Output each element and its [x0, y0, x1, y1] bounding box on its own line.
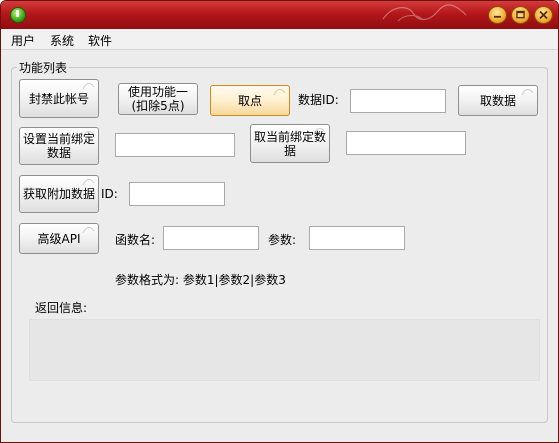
close-button[interactable]	[534, 6, 553, 24]
minimize-button[interactable]	[488, 6, 507, 24]
function-name-input[interactable]	[163, 226, 259, 250]
id-label: ID:	[101, 187, 118, 201]
get-data-label: 取数据	[479, 93, 516, 108]
button-swirl-icon	[82, 227, 95, 234]
menu-bar: 用户 系统 软件	[1, 29, 558, 50]
title-bar[interactable]	[1, 1, 558, 29]
get-extra-data-button[interactable]: 获取附加数据	[19, 175, 99, 213]
use-feature-one-label: 使用功能一(扣除5点)	[127, 85, 188, 113]
return-info-label: 返回信息:	[35, 301, 88, 315]
set-bind-data-button[interactable]: 设置当前绑定数据	[19, 127, 99, 165]
button-swirl-icon	[82, 83, 95, 90]
extra-id-input[interactable]	[129, 182, 225, 206]
group-title: 功能列表	[17, 59, 70, 76]
button-swirl-icon	[82, 179, 95, 186]
advanced-api-button[interactable]: 高级API	[19, 223, 99, 254]
menu-software[interactable]: 软件	[88, 32, 112, 49]
use-feature-one-button[interactable]: 使用功能一(扣除5点)	[118, 83, 198, 115]
get-point-label: 取点	[237, 93, 262, 108]
menu-user[interactable]: 用户	[11, 32, 35, 49]
button-swirl-icon	[521, 89, 534, 96]
minimize-icon	[493, 15, 502, 18]
bind-data-input[interactable]	[115, 133, 235, 157]
return-info-area	[29, 319, 540, 381]
cancel-bind-data-button[interactable]: 取当前绑定数据	[250, 124, 330, 163]
button-swirl-icon	[313, 128, 326, 135]
ban-account-label: 封禁此帐号	[28, 91, 89, 106]
data-id-input[interactable]	[350, 89, 446, 113]
maximize-button[interactable]	[511, 6, 530, 24]
get-extra-data-label: 获取附加数据	[23, 187, 96, 201]
app-window: 用户 系统 软件 功能列表 封禁此帐号 使用功能一(扣除5点) 取点 数据ID:…	[0, 0, 559, 443]
get-data-button[interactable]: 取数据	[458, 85, 538, 116]
param-format-hint: 参数格式为: 参数1|参数2|参数3	[115, 273, 286, 287]
advanced-api-label: 高级API	[37, 231, 81, 246]
function-name-label: 函数名:	[115, 233, 156, 247]
app-icon	[10, 7, 26, 23]
button-swirl-icon	[82, 131, 95, 138]
get-point-button[interactable]: 取点	[210, 85, 290, 116]
title-decoration-icon	[382, 4, 467, 22]
maximize-icon	[516, 10, 525, 19]
param-input[interactable]	[309, 226, 405, 250]
data-id-label: 数据ID:	[298, 93, 339, 107]
close-icon	[539, 10, 548, 20]
button-swirl-icon	[273, 89, 286, 96]
ban-account-button[interactable]: 封禁此帐号	[19, 79, 99, 118]
menu-system[interactable]: 系统	[50, 32, 74, 49]
cancel-bind-data-input[interactable]	[346, 131, 466, 155]
param-label: 参数:	[268, 233, 297, 247]
